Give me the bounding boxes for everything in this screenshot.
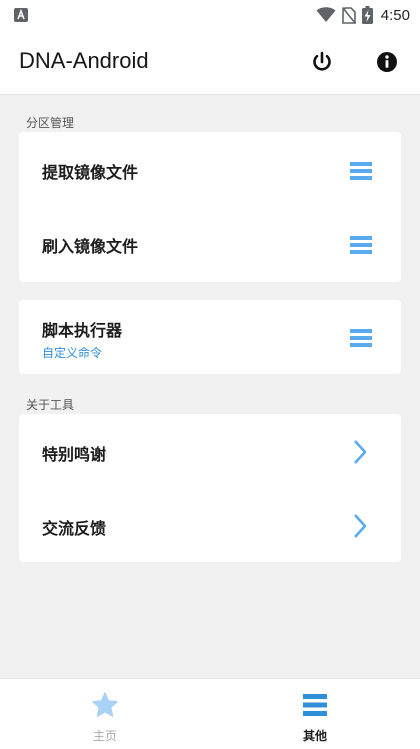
list-item-feedback[interactable]: 交流反馈	[19, 488, 401, 562]
power-icon	[313, 51, 331, 71]
list-item-extract-image[interactable]: 提取镜像文件	[19, 132, 401, 206]
nav-label-other: 其他	[302, 729, 327, 743]
list-item-script-executor[interactable]: 脚本执行器 自定义命令	[19, 300, 401, 374]
info-button[interactable]	[373, 48, 401, 76]
item-title: 刷入镜像文件	[42, 237, 139, 256]
no-sim-icon	[341, 6, 356, 24]
nav-label-home: 主页	[92, 729, 117, 743]
chevron-right-icon	[354, 440, 367, 464]
list-item-flash-image[interactable]: 刷入镜像文件	[19, 206, 401, 280]
card-partition-images: 提取镜像文件 刷入镜像文件	[19, 132, 401, 282]
menu-icon	[350, 162, 372, 180]
nav-tab-other[interactable]: 其他	[210, 679, 420, 749]
chevron-right-icon	[354, 514, 367, 538]
item-subtitle: 自定义命令	[42, 346, 103, 360]
status-bar: 4:50	[0, 0, 420, 30]
list-item-special-thanks[interactable]: 特别鸣谢	[19, 414, 401, 488]
battery-charging-icon	[361, 6, 373, 24]
item-title: 交流反馈	[42, 519, 107, 538]
section-label-about: 关于工具	[26, 398, 75, 412]
section-label-partition: 分区管理	[26, 116, 75, 130]
wifi-icon	[316, 7, 336, 22]
item-title: 提取镜像文件	[42, 163, 139, 182]
card-about: 特别鸣谢 交流反馈	[19, 414, 401, 562]
a-box-icon	[14, 8, 28, 22]
item-title: 特别鸣谢	[42, 445, 107, 464]
app-bar: DNA-Android	[0, 30, 420, 95]
menu-icon	[350, 236, 372, 254]
status-time: 4:50	[380, 6, 410, 24]
info-icon	[377, 52, 397, 72]
item-title: 脚本执行器	[42, 321, 123, 340]
card-script-executor: 脚本执行器 自定义命令	[19, 300, 401, 374]
bottom-navigation: 主页 其他	[0, 678, 420, 749]
menu-icon	[350, 329, 372, 347]
star-icon	[92, 692, 118, 717]
nav-tab-home[interactable]: 主页	[0, 679, 210, 749]
page-title: DNA-Android	[19, 48, 149, 73]
menu-icon	[303, 694, 327, 716]
power-button[interactable]	[308, 48, 336, 76]
